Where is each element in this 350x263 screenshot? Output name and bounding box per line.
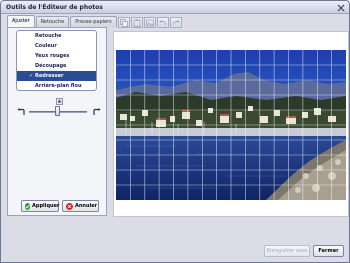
paste-icon[interactable] [131,17,143,28]
straighten-slider-thumb[interactable] [55,106,60,116]
rotate-right-icon[interactable] [91,107,101,116]
menu-item-crop[interactable]: Découpage [17,61,96,71]
menu-item-color[interactable]: Couleur [17,41,96,51]
image-icon[interactable] [144,17,156,28]
tab-adjust[interactable]: Ajuster [7,15,35,27]
menu-item-red-eye[interactable]: Yeux rouges [17,51,96,61]
menu-item-straighten-label: Redresser [35,73,64,79]
tab-retouch[interactable]: Retouche [35,16,70,27]
arrow-up-icon[interactable] [56,98,63,105]
copy-icon[interactable] [118,17,130,28]
title-bar[interactable]: Outils de l'Éditeur de photos [1,1,349,14]
edit-toolbar [118,17,183,28]
tab-clipboard[interactable]: Presse-papiers [70,16,117,27]
cancel-button[interactable]: Annuler [62,200,99,212]
close-button[interactable]: Fermer [313,245,344,257]
rotate-left-icon[interactable] [16,107,26,116]
menu-item-blur-background[interactable]: Arrière-plan flou [17,81,96,91]
tab-bar: Ajuster Retouche Presse-papiers [7,15,118,27]
cancel-x-icon [66,202,73,210]
menu-item-straighten[interactable]: ✓ Redresser [17,71,96,81]
check-circle-icon [25,202,30,210]
window-title: Outils de l'Éditeur de photos [6,4,103,11]
cancel-label: Annuler [75,203,98,209]
apply-label: Appliquer [32,203,60,209]
photo-preview[interactable] [116,50,346,200]
save-as-button[interactable]: Enregistrer sous [264,245,310,257]
redo-icon[interactable] [170,17,182,28]
apply-button[interactable]: Appliquer [21,200,59,212]
tool-menu: Retouche Couleur Yeux rouges Découpage ✓… [16,30,97,91]
close-icon[interactable] [336,3,345,12]
undo-icon[interactable] [157,17,169,28]
menu-item-retouch[interactable]: Retouche [17,31,96,41]
photo-editor-tools-window: Outils de l'Éditeur de photos Ajuster Re… [0,0,350,263]
harbor-photo [116,50,346,200]
